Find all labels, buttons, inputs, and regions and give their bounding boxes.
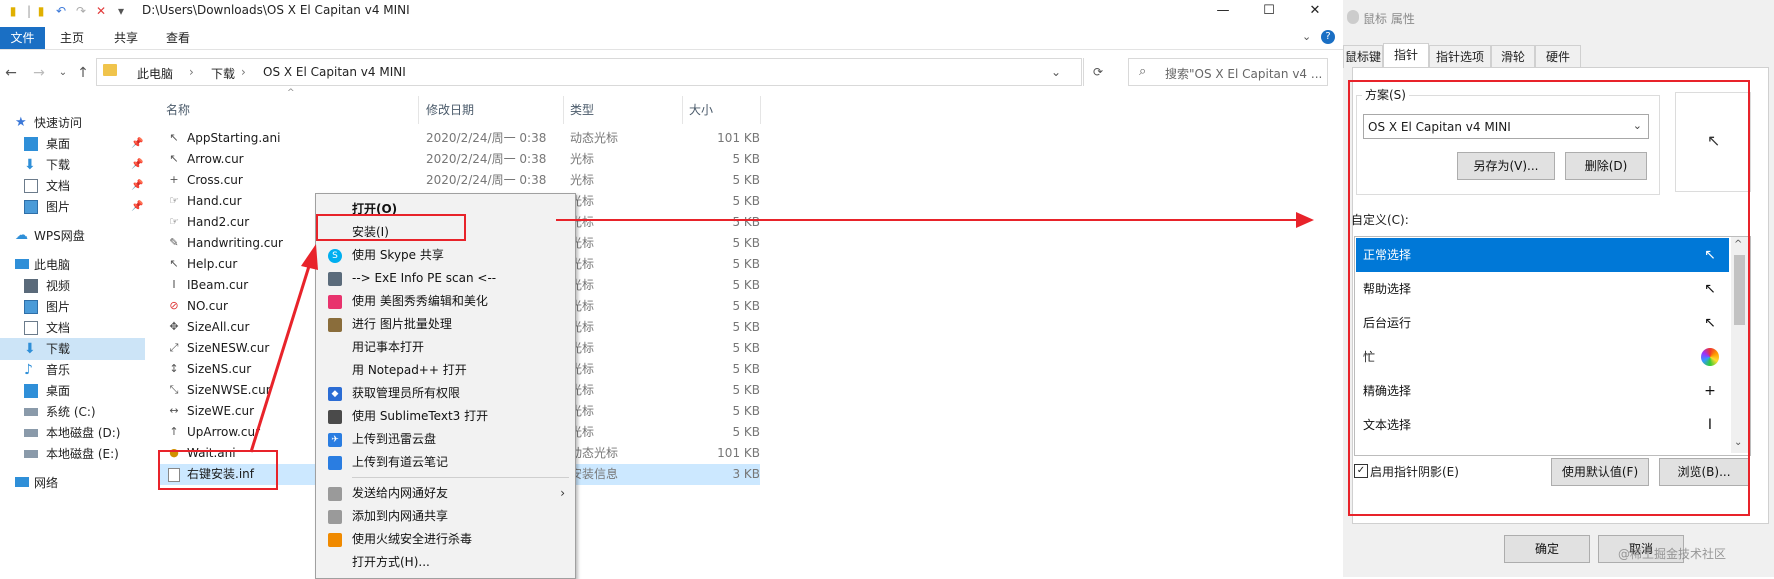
annotation-arrow-to-install (249, 262, 312, 453)
arrowhead-icon (301, 244, 318, 270)
arrowhead-icon (1296, 212, 1314, 228)
annotation-arrows (249, 212, 1314, 453)
